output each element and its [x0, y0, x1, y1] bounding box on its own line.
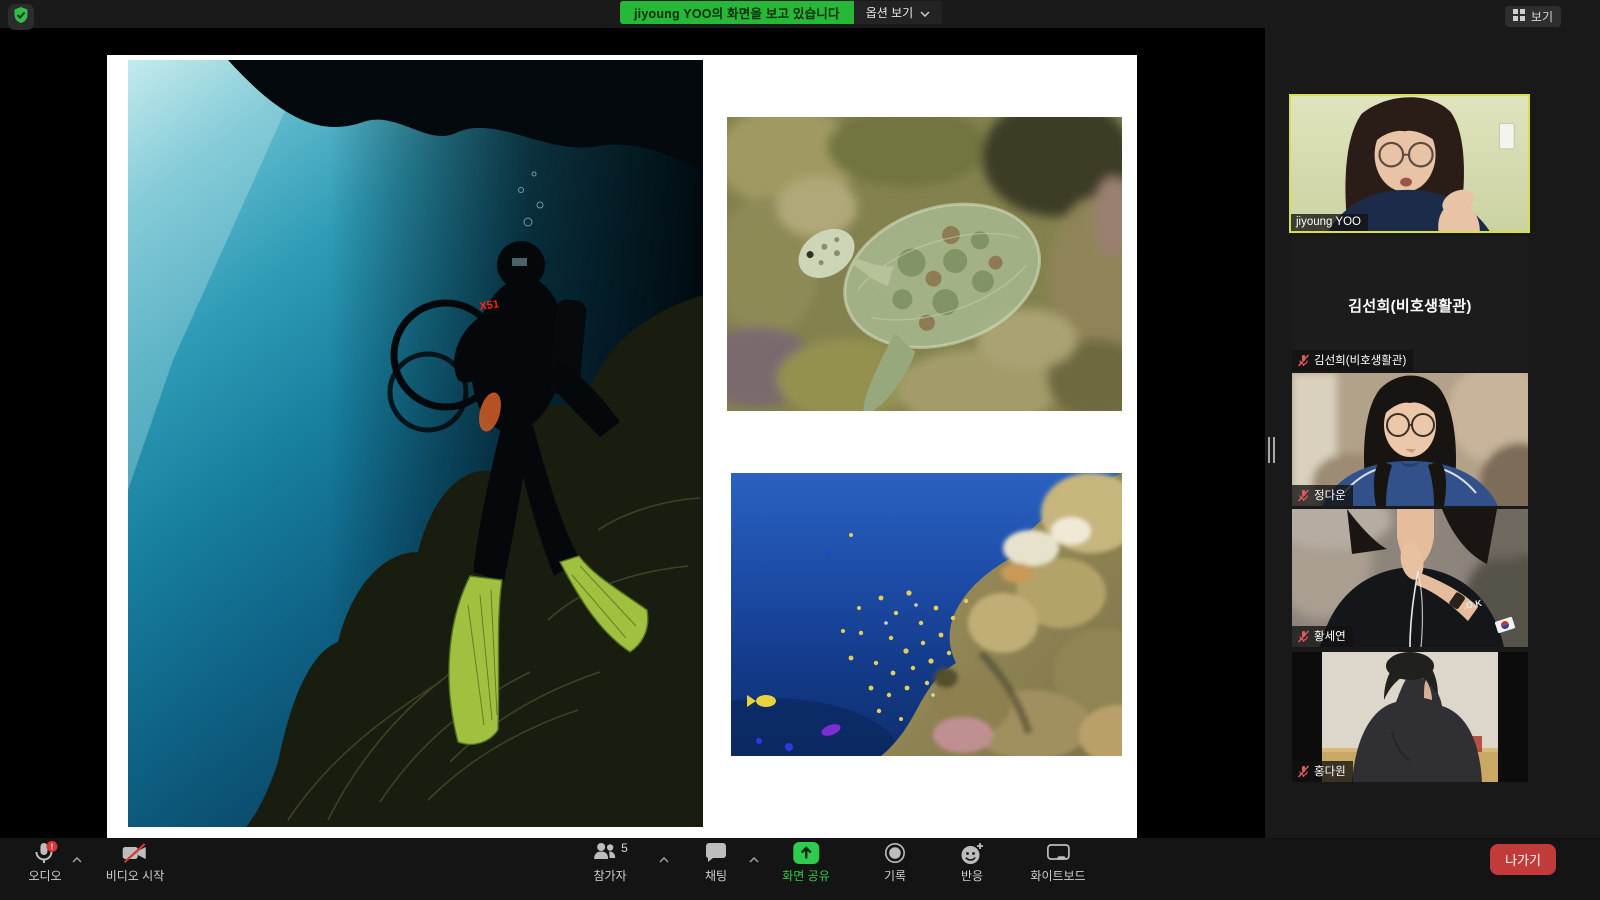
video-feed-jiyoung-yoo [1291, 96, 1528, 231]
participant-tile-hong-dawon[interactable]: 홍다원 [1292, 652, 1528, 782]
participants-label: 참가자 [593, 867, 626, 884]
chat-bubble-icon [704, 841, 728, 865]
record-button[interactable]: 기록 [884, 841, 906, 884]
photo-coral-reef [731, 473, 1122, 756]
name-tag: 정다운 [1292, 485, 1353, 506]
meeting-info-button[interactable] [8, 4, 34, 30]
reactions-button[interactable]: 반응 [960, 841, 985, 884]
view-options-label: 옵션 보기 [866, 4, 914, 21]
name-tag: 홍다원 [1292, 761, 1353, 782]
gallery-grid-icon [1513, 9, 1525, 24]
share-screen-icon [792, 841, 820, 865]
screen-share-banner-group: jiyoung YOO의 화면을 보고 있습니다 옵션 보기 [620, 1, 942, 24]
leave-button[interactable]: 나가기 [1490, 844, 1556, 875]
microphone-icon: ! [32, 841, 58, 865]
participant-tile-jung-dawoon[interactable]: 정다운 [1292, 373, 1528, 506]
participant-name: 정다운 [1314, 487, 1346, 503]
sidebar-resize-handle[interactable] [1268, 437, 1280, 463]
start-video-button[interactable]: 비디오 시작 [106, 841, 165, 884]
share-screen-label: 화면 공유 [782, 867, 830, 884]
record-label: 기록 [884, 867, 906, 884]
chat-options-chevron[interactable] [749, 850, 759, 868]
participants-sidebar: jiyoung YOO 김선희(비호생활관) 김선희(비호생활관) [1265, 28, 1600, 838]
participant-tile-kim-sunhee[interactable]: 김선희(비호생활관) 김선희(비호생활관) [1292, 236, 1528, 371]
shared-screen-stage: X51 [0, 28, 1265, 838]
name-tag: 황세연 [1292, 626, 1353, 647]
view-button[interactable]: 보기 [1505, 6, 1561, 27]
smiley-plus-icon [960, 841, 985, 865]
svg-text:!: ! [50, 842, 53, 852]
participants-options-chevron[interactable] [659, 850, 669, 868]
photo-sea-turtle [727, 117, 1122, 411]
display-name-centered: 김선희(비호생활관) [1292, 295, 1528, 316]
audio-button[interactable]: ! 오디오 [28, 841, 61, 884]
audio-options-chevron[interactable] [72, 850, 82, 868]
participants-count: 5 [621, 841, 628, 855]
name-tag: 김선희(비호생활관) [1292, 350, 1413, 371]
reactions-label: 반응 [961, 867, 983, 884]
participant-name: 김선희(비호생활관) [1314, 352, 1406, 368]
view-options-button[interactable]: 옵션 보기 [854, 1, 943, 24]
mic-muted-icon [1297, 354, 1310, 367]
whiteboard-label: 화이트보드 [1030, 867, 1085, 884]
view-button-label: 보기 [1531, 8, 1553, 25]
audio-label: 오디오 [28, 867, 61, 884]
record-icon [884, 841, 906, 865]
whiteboard-icon [1045, 841, 1071, 865]
participant-name: 홍다원 [1314, 763, 1346, 779]
chevron-down-icon [920, 6, 930, 20]
presentation-slide: X51 [107, 55, 1137, 838]
name-tag: jiyoung YOO [1291, 214, 1368, 231]
mic-muted-icon [1297, 489, 1310, 502]
share-screen-button[interactable]: 화면 공유 [782, 841, 830, 884]
top-bar: jiyoung YOO의 화면을 보고 있습니다 옵션 보기 보기 [0, 0, 1600, 28]
chat-label: 채팅 [705, 867, 727, 884]
participant-tile-hwang-seyeon[interactable]: .O.K 황세연 [1292, 509, 1528, 647]
meeting-toolbar: ! 오디오 비디오 시작 [0, 838, 1600, 900]
zoom-meeting-window: jiyoung YOO의 화면을 보고 있습니다 옵션 보기 보기 [0, 0, 1600, 900]
shield-check-icon [12, 6, 30, 29]
mic-muted-icon [1297, 765, 1310, 778]
chat-button[interactable]: 채팅 [704, 841, 728, 884]
photo-scuba-diver: X51 [128, 60, 703, 827]
participant-tile-jiyoung-yoo[interactable]: jiyoung YOO [1289, 94, 1530, 233]
participant-name: jiyoung YOO [1296, 216, 1361, 228]
viewing-screen-banner: jiyoung YOO의 화면을 보고 있습니다 [620, 1, 854, 24]
whiteboard-button[interactable]: 화이트보드 [1030, 841, 1085, 884]
mic-muted-icon [1297, 630, 1310, 643]
participants-button[interactable]: 5 참가자 [592, 841, 628, 884]
start-video-label: 비디오 시작 [106, 867, 165, 884]
camera-off-icon [122, 841, 148, 865]
participants-icon [592, 840, 618, 867]
participant-name: 황세연 [1314, 628, 1346, 644]
